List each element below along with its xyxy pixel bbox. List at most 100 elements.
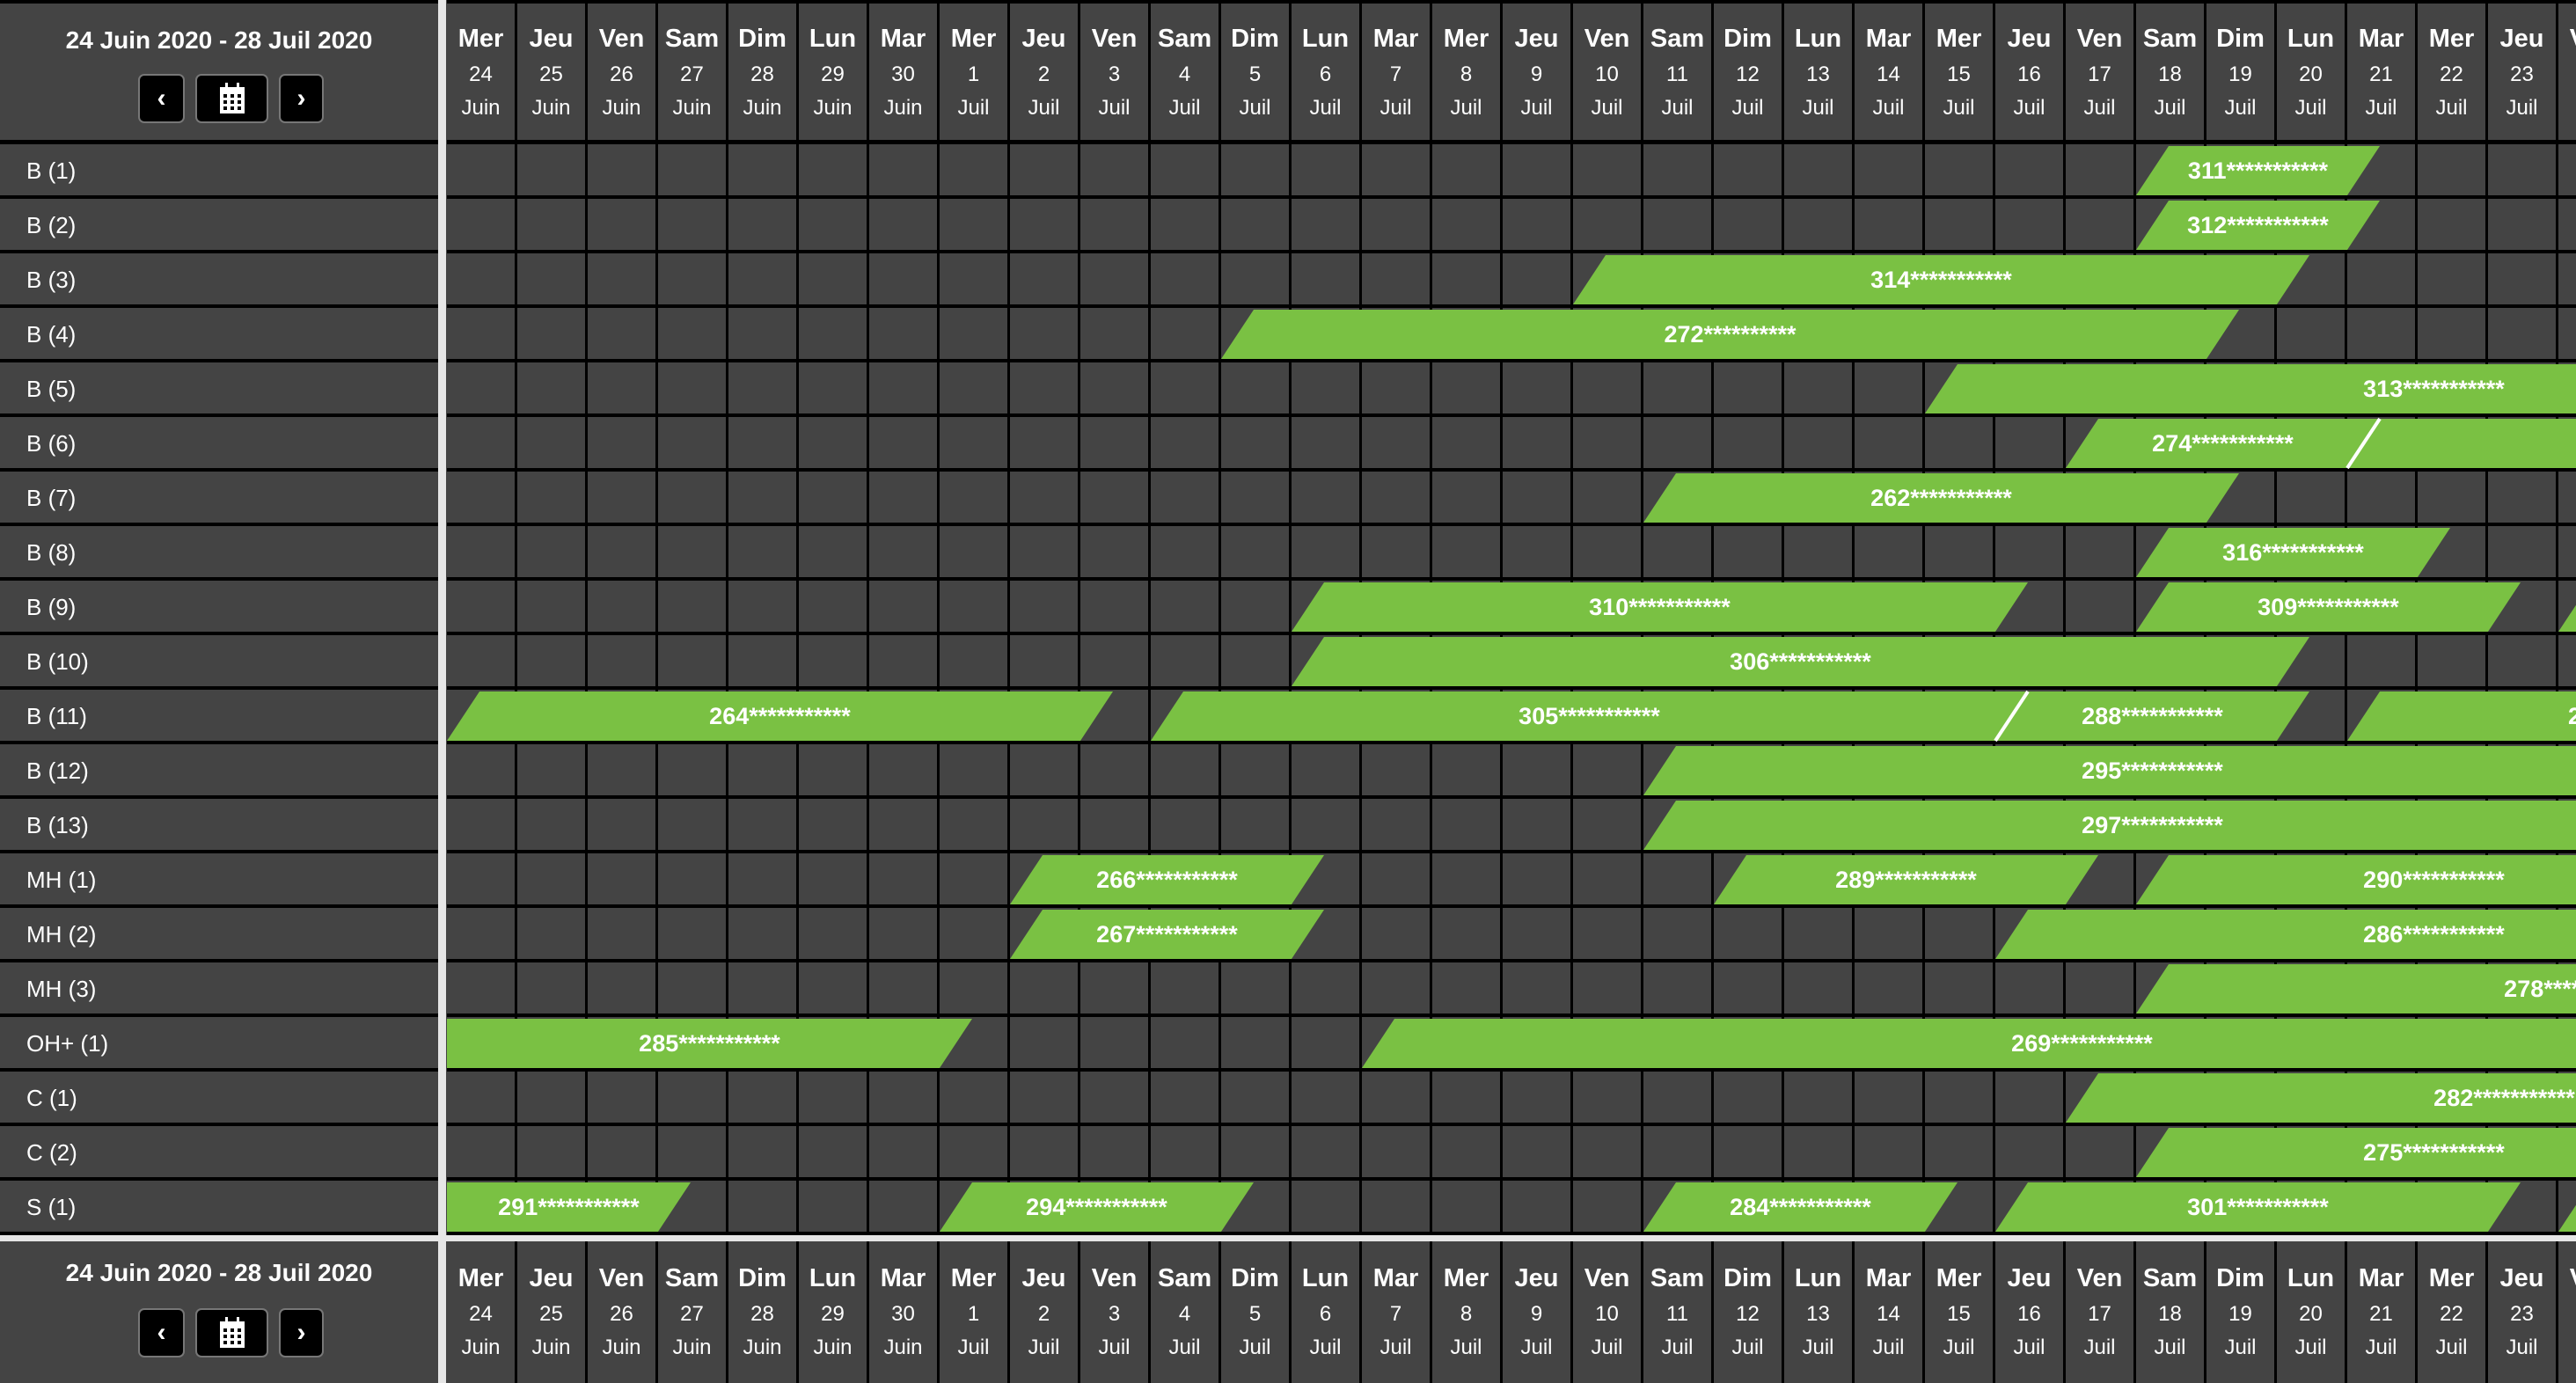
day-number: 29 [821, 1302, 845, 1326]
booking-bar[interactable] [2347, 692, 2576, 741]
room-row-label[interactable]: B (6) [0, 417, 438, 472]
booking-bar[interactable] [1362, 1019, 2576, 1068]
booking-bar[interactable] [2136, 855, 2576, 904]
day-number: 6 [1319, 62, 1332, 86]
day-of-week: Dim [738, 25, 787, 53]
day-of-week: Mer [2428, 1264, 2475, 1292]
booking-label: 278*********** [2504, 976, 2576, 1002]
day-column-header: Ven 3 Juil [1080, 4, 1151, 140]
month-name: Juil [1731, 96, 1764, 120]
booking-label: 313*********** [2363, 376, 2505, 402]
room-row-label[interactable]: B (8) [0, 526, 438, 581]
day-of-week: Mar [880, 1264, 926, 1292]
room-row-label[interactable]: MH (1) [0, 853, 438, 908]
month-name: Juil [1309, 96, 1342, 120]
day-of-week: Ven [598, 1264, 645, 1292]
booking-label: 267*********** [1096, 921, 1238, 948]
month-name: Juil [2558, 1335, 2576, 1360]
booking-label: 272********** [1664, 321, 1797, 348]
month-name: Juil [1731, 1335, 1764, 1359]
day-of-week: Mer [457, 1264, 504, 1292]
next-period-button[interactable]: › [279, 1308, 324, 1357]
room-row-label[interactable]: C (2) [0, 1126, 438, 1181]
booking-label: 310*********** [1589, 594, 1731, 620]
day-column-header: Mar 7 Juil [1362, 4, 1432, 140]
day-of-week: Jeu [1514, 25, 1559, 53]
day-of-week: Jeu [529, 25, 574, 53]
month-name: Juil [1591, 96, 1623, 120]
top-navigation-panel: 24 Juin 2020 - 28 Juil 2020 ‹ › [0, 0, 438, 144]
room-row-label[interactable]: B (2) [0, 199, 438, 253]
day-number: 4 [1178, 1302, 1191, 1326]
month-name: Juil [1168, 1335, 1201, 1359]
room-row-label[interactable]: B (5) [0, 362, 438, 417]
month-name: Juil [1872, 1335, 1905, 1359]
room-row-label[interactable]: MH (2) [0, 908, 438, 962]
day-column-header: Mar 14 Juil [1855, 1241, 1925, 1383]
previous-period-button[interactable]: ‹ [138, 74, 185, 123]
day-of-week: Mar [2358, 1264, 2404, 1292]
booking-label: 309*********** [2258, 594, 2399, 620]
day-number: 23 [2510, 62, 2534, 86]
month-name: Juil [1943, 96, 1975, 120]
month-name: Juil [2154, 1335, 2186, 1359]
booking-bar[interactable] [2558, 1182, 2576, 1232]
month-name: Juin [461, 96, 501, 120]
room-row-label[interactable]: B (4) [0, 308, 438, 362]
day-of-week: Dim [1723, 1264, 1772, 1292]
booking-label: 282*********** [2433, 1085, 2575, 1111]
month-name: Juin [531, 96, 571, 120]
month-name: Juil [2435, 1335, 2468, 1359]
booking-label: 285*********** [639, 1030, 780, 1057]
booking-label: 290*********** [2363, 867, 2505, 893]
calendar-button[interactable] [195, 1308, 268, 1357]
room-row-label[interactable]: MH (3) [0, 962, 438, 1017]
day-number: 19 [2228, 62, 2252, 86]
month-name: Juil [2558, 96, 2576, 121]
room-row-label[interactable]: B (10) [0, 635, 438, 690]
month-name: Juin [672, 1335, 712, 1359]
day-column-header: Sam 4 Juil [1151, 4, 1221, 140]
month-name: Juil [2294, 1335, 2327, 1359]
room-row-label[interactable]: B (13) [0, 799, 438, 853]
day-column-header: Ven 26 Juin [588, 4, 658, 140]
day-number: 22 [2440, 1302, 2463, 1326]
bookings-layer: 311*********** 312*********** 314*********… [447, 146, 2576, 1232]
day-number: 6 [1319, 1302, 1332, 1326]
room-row-label[interactable]: B (3) [0, 253, 438, 308]
booking-label: 314*********** [1870, 267, 2012, 293]
room-row-label[interactable]: OH+ (1) [0, 1017, 438, 1072]
booking-bar[interactable] [2136, 1128, 2576, 1177]
calendar-button[interactable] [195, 74, 268, 123]
booking-label: 274*********** [2152, 430, 2294, 457]
day-column-header: Mer 22 Juil [2418, 4, 2488, 140]
room-row-label[interactable]: B (7) [0, 472, 438, 526]
room-row-label[interactable]: B (11) [0, 690, 438, 744]
day-column-header: Dim 28 Juin [728, 4, 799, 140]
day-of-week: Mar [1865, 1264, 1912, 1292]
day-of-week: Lun [809, 25, 857, 53]
room-row-label[interactable]: C (1) [0, 1072, 438, 1126]
booking-label: 297*********** [2082, 812, 2223, 838]
day-number: 13 [1806, 1302, 1830, 1326]
day-of-week: Ven [2076, 25, 2123, 53]
room-row-label[interactable]: B (9) [0, 581, 438, 635]
month-name: Juil [2224, 96, 2257, 120]
day-number: 28 [750, 1302, 774, 1326]
previous-period-button[interactable]: ‹ [138, 1308, 185, 1357]
day-column-header: Jeu 25 Juin [517, 1241, 588, 1383]
month-name: Juil [1802, 1335, 1834, 1359]
day-number: 24 [2558, 1302, 2576, 1327]
booking-bar[interactable] [2558, 582, 2576, 632]
day-column-header: Jeu 16 Juil [1995, 1241, 2066, 1383]
booking-bar[interactable] [2347, 419, 2576, 468]
room-row-label[interactable]: S (1) [0, 1181, 438, 1235]
day-number: 9 [1530, 62, 1543, 86]
room-row-label[interactable]: B (1) [0, 144, 438, 199]
next-period-button[interactable]: › [279, 74, 324, 123]
day-of-week: Lun [809, 1264, 857, 1292]
day-header-bottom: Mer 24 Juin Jeu 25 Juin Ven 26 Juin Sam 27 Juin Dim 2… [447, 1241, 2576, 1383]
day-of-week: Mer [1936, 25, 1982, 53]
room-row-label[interactable]: B (12) [0, 744, 438, 799]
day-number: 11 [1666, 1302, 1688, 1326]
